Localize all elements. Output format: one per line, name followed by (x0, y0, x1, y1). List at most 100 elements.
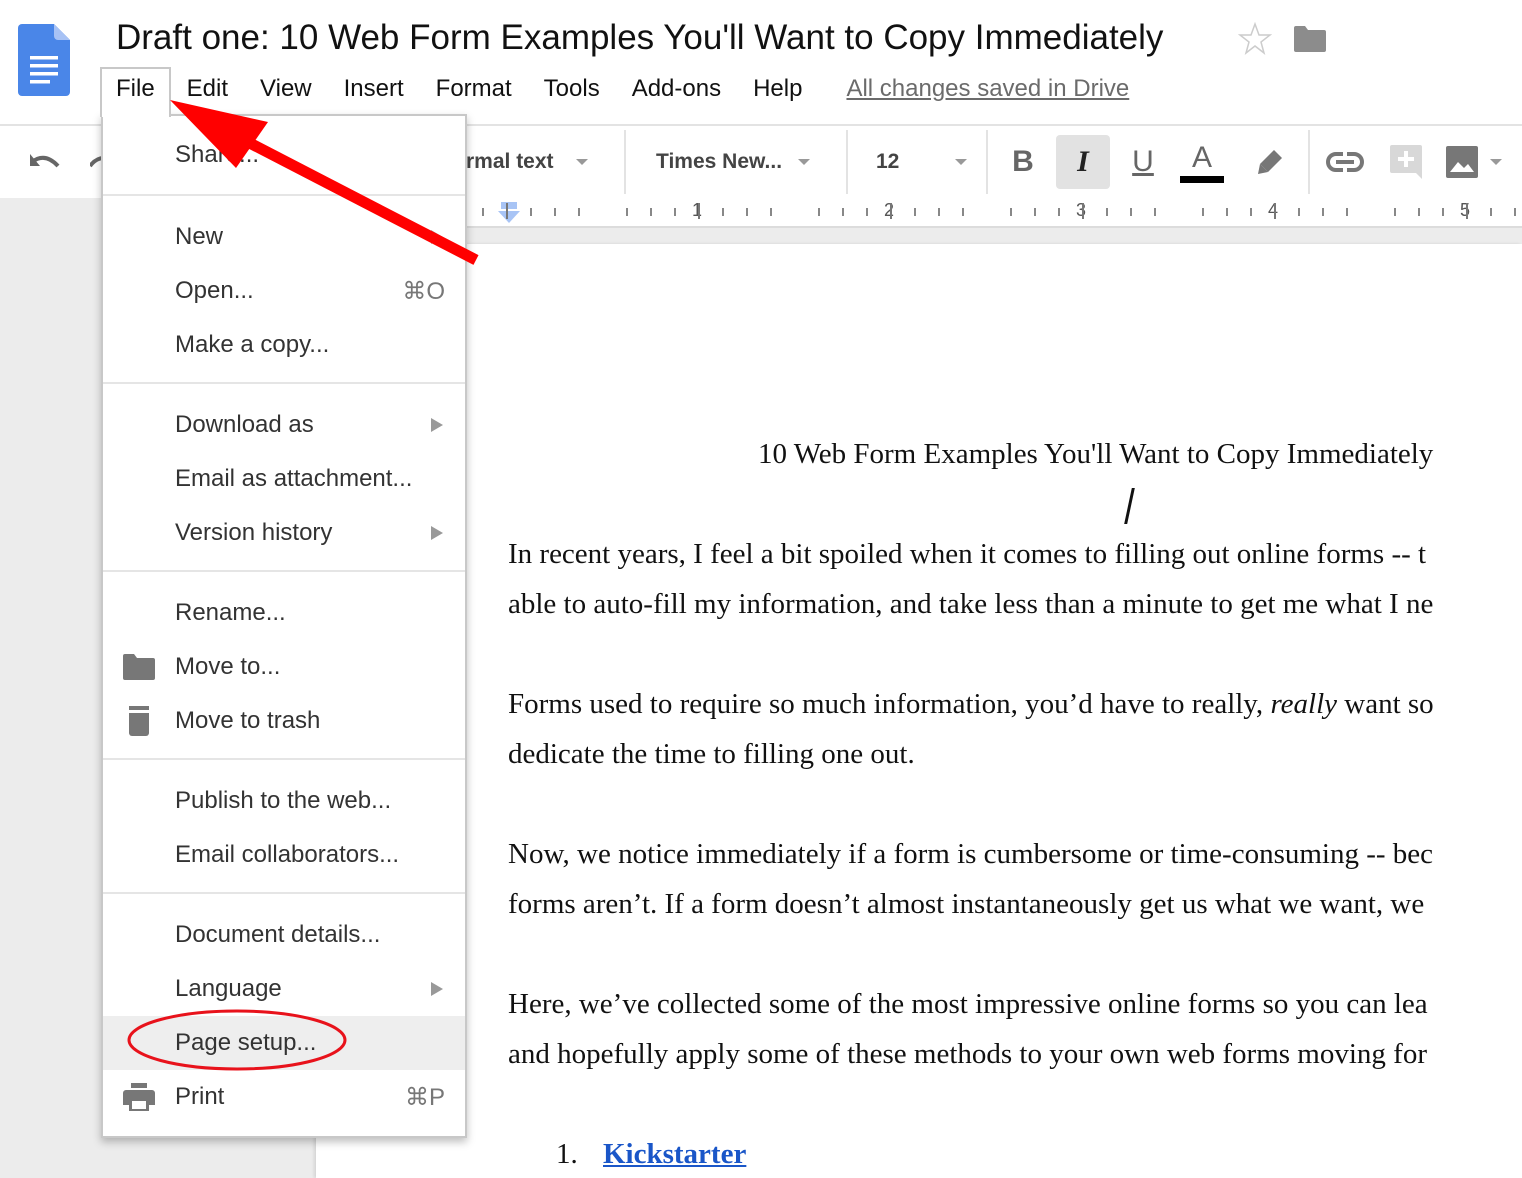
menu-item-rename[interactable]: Rename... (103, 586, 465, 640)
ruler-tick (1010, 208, 1012, 216)
paragraph-line[interactable]: dedicate the time to filling one out. (508, 738, 915, 771)
submenu-arrow-icon (431, 418, 443, 432)
ruler-tick (1418, 208, 1420, 216)
menu-view[interactable]: View (244, 68, 328, 110)
font-dropdown[interactable]: Times New... (656, 126, 811, 198)
ruler-tick (1226, 208, 1228, 216)
menu-item-move-to[interactable]: Move to... (103, 640, 465, 694)
paragraph-line[interactable]: Here, we’ve collected some of the most i… (508, 988, 1428, 1021)
menu-bar: File Edit View Insert Format Tools Add-o… (100, 67, 1129, 117)
menu-item-email-collaborators[interactable]: Email collaborators... (103, 828, 465, 882)
kickstarter-link[interactable]: Kickstarter (603, 1138, 746, 1170)
menu-item-label: Move to... (175, 653, 281, 680)
ruler-tick (866, 208, 868, 216)
font-size-value: 12 (876, 150, 900, 173)
menu-item-download-as[interactable]: Download as (103, 398, 465, 452)
menu-item-publish-web[interactable]: Publish to the web... (103, 774, 465, 828)
ruler-tick (650, 208, 652, 216)
menu-item-label: New (175, 223, 224, 250)
paragraph-line[interactable]: able to auto-fill my information, and ta… (508, 588, 1433, 621)
ruler-tick (1082, 203, 1084, 219)
ruler-tick (1298, 208, 1300, 216)
folder-icon (123, 654, 155, 680)
menu-item-share[interactable]: Share... (103, 128, 465, 182)
paragraph-line[interactable]: and hopefully apply some of these method… (508, 1038, 1427, 1071)
menu-edit[interactable]: Edit (171, 68, 244, 110)
folder-icon[interactable] (1294, 25, 1326, 53)
ruler-tick (1034, 208, 1036, 216)
menu-help[interactable]: Help (737, 68, 818, 110)
menu-item-document-details[interactable]: Document details... (103, 908, 465, 962)
font-value: Times New... (656, 150, 783, 173)
highlight-button[interactable] (1254, 126, 1286, 198)
ruler-number: 3 (1076, 200, 1087, 220)
ruler-tick (818, 208, 820, 216)
menu-item-email-attachment[interactable]: Email as attachment... (103, 452, 465, 506)
ruler-number: 5 (1460, 200, 1471, 220)
style-dropdown[interactable]: rmal text (466, 126, 588, 198)
underline-button[interactable]: U (1116, 135, 1170, 189)
indent-marker-icon[interactable] (498, 202, 520, 224)
ruler-tick (842, 208, 844, 216)
ruler-tick (1274, 203, 1276, 219)
menu-item-label: Publish to the web... (175, 787, 392, 814)
paragraph-line[interactable]: Now, we notice immediately if a form is … (508, 838, 1433, 871)
list-item: 1. Kickstarter (556, 1138, 746, 1171)
ruler-tick (1490, 208, 1492, 216)
ruler-tick (746, 208, 748, 216)
ruler-number: 4 (1268, 200, 1279, 220)
menu-item-language[interactable]: Language (103, 962, 465, 1016)
star-icon[interactable] (1238, 22, 1272, 56)
menu-item-page-setup[interactable]: Page setup... (103, 1016, 465, 1070)
insert-link-button[interactable] (1326, 126, 1364, 198)
menu-divider (103, 382, 465, 384)
save-status-link[interactable]: All changes saved in Drive (846, 75, 1129, 103)
menu-tools[interactable]: Tools (528, 68, 616, 110)
toolbar-divider (986, 130, 988, 194)
paragraph-line[interactable]: Forms used to require so much informatio… (508, 688, 1434, 721)
undo-icon (30, 154, 60, 168)
ruler-tick (554, 208, 556, 216)
menu-item-print[interactable]: Print ⌘P (103, 1070, 465, 1124)
menu-item-version-history[interactable]: Version history (103, 506, 465, 560)
ruler-tick (1202, 208, 1204, 216)
ruler-tick (530, 208, 532, 216)
chevron-down-icon (575, 159, 588, 165)
submenu-arrow-icon (431, 982, 443, 996)
ruler-tick (698, 203, 700, 219)
ruler-tick (1130, 208, 1132, 216)
font-size-dropdown[interactable]: 12 (876, 126, 968, 198)
ruler-tick (1394, 208, 1396, 216)
ruler-tick (578, 208, 580, 216)
paragraph-line[interactable]: forms aren’t. If a form doesn’t almost i… (508, 888, 1424, 921)
menu-file[interactable]: File (100, 67, 171, 117)
ruler-tick (1058, 208, 1060, 216)
bold-button[interactable]: B (996, 135, 1050, 189)
italic-button[interactable]: I (1056, 135, 1110, 189)
menu-format[interactable]: Format (420, 68, 528, 110)
ruler-tick (1346, 208, 1348, 216)
menu-insert[interactable]: Insert (328, 68, 420, 110)
text-run: Forms used to require so much informatio… (508, 688, 1271, 720)
menu-item-make-copy[interactable]: Make a copy... (103, 318, 465, 372)
insert-image-button[interactable] (1446, 126, 1502, 198)
horizontal-ruler[interactable]: 1 2 3 4 5 (466, 198, 1522, 228)
menu-divider (103, 570, 465, 572)
menu-addons[interactable]: Add-ons (616, 68, 737, 110)
text-color-glyph: A (1191, 140, 1212, 174)
undo-button[interactable] (28, 126, 62, 198)
ruler-tick (938, 208, 940, 216)
menu-item-open[interactable]: Open... ⌘O (103, 264, 465, 318)
add-comment-button[interactable] (1390, 126, 1422, 198)
document-heading[interactable]: 10 Web Form Examples You'll Want to Copy… (758, 438, 1433, 471)
menu-item-move-to-trash[interactable]: Move to trash (103, 694, 465, 748)
text-color-button[interactable]: A (1180, 126, 1224, 198)
toolbar-divider (846, 130, 848, 194)
paragraph-line[interactable]: In recent years, I feel a bit spoiled wh… (508, 538, 1426, 571)
document-title[interactable]: Draft one: 10 Web Form Examples You'll W… (116, 18, 1163, 58)
docs-logo-icon[interactable] (18, 24, 70, 96)
ruler-tick (1442, 208, 1444, 216)
chevron-down-icon (1490, 159, 1502, 165)
menu-item-new[interactable]: New (103, 210, 465, 264)
text-run: want so (1337, 688, 1434, 720)
